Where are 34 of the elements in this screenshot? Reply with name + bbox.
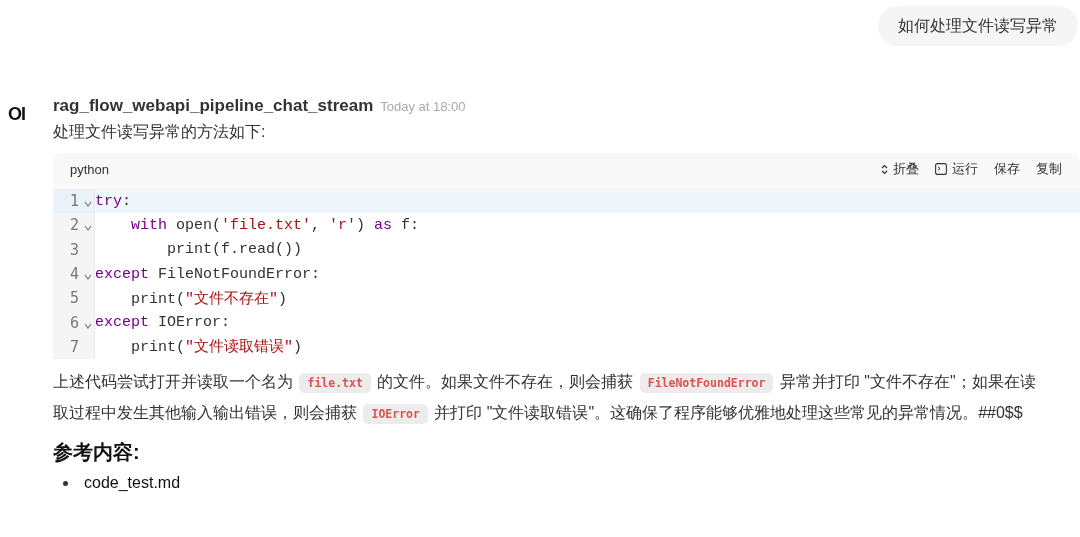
code-line: print("文件不存在") (130, 289, 288, 308)
fold-chevron-icon[interactable] (83, 201, 92, 208)
assistant-avatar: OI (7, 103, 26, 126)
line-number: 5 (69, 289, 79, 308)
fold-chevron-icon[interactable] (83, 322, 92, 329)
line-number: 6 (69, 313, 79, 332)
code-line: print(f.read()) (166, 241, 303, 259)
code-line: print("文件读取错误") (130, 337, 303, 357)
code-line: try: (95, 192, 132, 210)
line-number: 2 (69, 216, 79, 235)
expand-collapse-icon (881, 163, 888, 175)
terminal-icon (935, 163, 947, 175)
bullet-icon (63, 480, 68, 486)
message-time: Today at 18:00 (380, 99, 466, 114)
model-name: rag_flow_webapi_pipeline_chat_stream (53, 96, 374, 116)
run-button[interactable]: 运行 (935, 160, 978, 178)
fold-chevron-icon[interactable] (83, 274, 92, 281)
line-number: 4 (69, 265, 79, 284)
reference-link[interactable]: code_test.md (84, 474, 181, 493)
code-line: except FileNotFoundError: (95, 265, 321, 283)
reply-text: 处理文件读写异常的方法如下: (53, 122, 267, 142)
explanation-paragraph: 上述代码尝试打开并读取一个名为 file.txt 的文件。如果文件不存在，则会捕获 FileNotFoundError 异常并打印 "文件不存在"；如果在读取过程中发生其他输入输出错误，则会捕获 IOError 并打印 "文件读取错误"。这确保了程序能够优雅地处理这些常见的异常情况。##0$$ (53, 367, 1080, 430)
line-number: 1 (69, 192, 79, 211)
line-number: 3 (69, 240, 79, 259)
line-number: 7 (69, 337, 79, 356)
copy-button[interactable]: 复制 (1036, 160, 1062, 178)
references-heading: 参考内容: (53, 440, 141, 466)
code-language: python (70, 161, 110, 177)
fold-chevron-icon[interactable] (83, 225, 92, 232)
code-line: with open('file.txt', 'r') as f: (130, 216, 420, 234)
code-line: except IOError: (95, 314, 231, 332)
user-message: 如何处理文件读写异常 (878, 6, 1078, 46)
fold-button[interactable]: 折叠 (881, 160, 919, 178)
save-button[interactable]: 保存 (994, 160, 1020, 178)
